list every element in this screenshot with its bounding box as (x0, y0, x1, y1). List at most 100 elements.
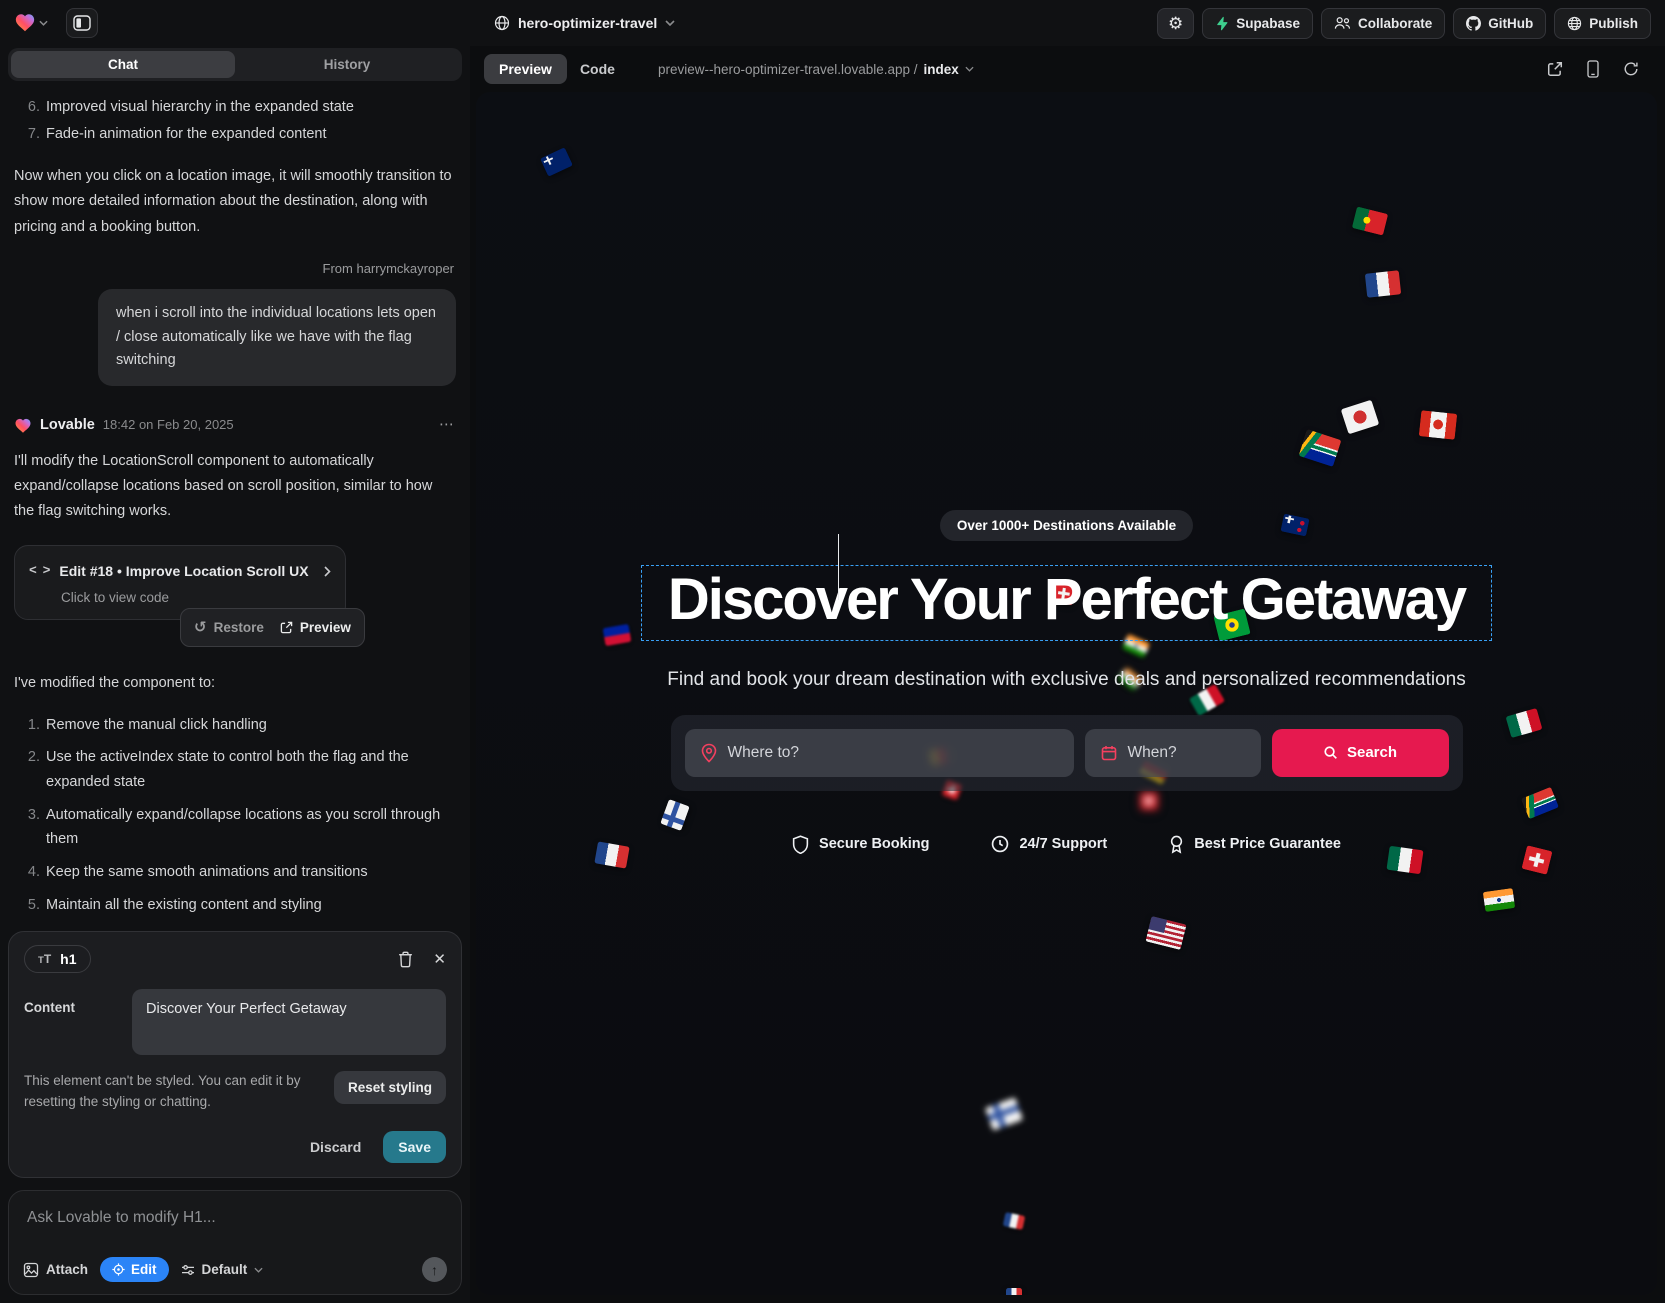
numbered-list-main: Remove the manual click handling Use the… (14, 713, 456, 917)
hero-title[interactable]: Discover Your Perfect Getaway (668, 568, 1465, 632)
tab-code[interactable]: Code (567, 54, 628, 84)
chevron-right-icon (324, 566, 331, 577)
features-row: Secure Booking 24/7 Support (792, 835, 1341, 854)
chat-scroll-area[interactable]: Improved visual hierarchy in the expande… (8, 87, 462, 917)
element-tag-pill[interactable]: TT h1 (24, 945, 91, 973)
location-pin-icon (701, 743, 717, 763)
preview-url[interactable]: preview--hero-optimizer-travel.lovable.a… (658, 62, 974, 77)
award-icon (1169, 835, 1184, 854)
delete-element-button[interactable] (398, 951, 413, 968)
url-prefix: preview--hero-optimizer-travel.lovable.a… (658, 62, 918, 77)
open-external-button[interactable] (1547, 61, 1563, 77)
collaborate-button[interactable]: Collaborate (1321, 8, 1445, 39)
chevron-down-icon (665, 20, 675, 26)
preview-toolbar: Preview Code preview--hero-optimizer-tra… (476, 46, 1657, 92)
element-editor-panel: TT h1 ✕ Content Discover Your Perfect Ge… (8, 931, 462, 1178)
edit-card-subtitle: Click to view code (61, 589, 331, 607)
chat-input[interactable]: Ask Lovable to modify H1... (27, 1209, 443, 1227)
code-icon: < > (29, 560, 49, 583)
hero-section: Over 1000+ Destinations Available Discov… (476, 92, 1657, 1295)
assistant-paragraph: I'll modify the LocationScroll component… (14, 449, 456, 525)
list-item: Improved visual hierarchy in the expande… (44, 95, 456, 120)
supabase-icon (1215, 16, 1229, 31)
preview-viewport[interactable]: Over 1000+ Destinations Available Discov… (476, 92, 1657, 1295)
send-button[interactable]: ↑ (422, 1257, 447, 1282)
where-to-input[interactable]: Where to? (685, 729, 1074, 777)
github-icon (1466, 16, 1481, 31)
url-page: index (924, 62, 959, 77)
search-icon (1323, 745, 1338, 760)
chat-input-box: Ask Lovable to modify H1... Attach (8, 1190, 462, 1295)
from-label: From harrymckayroper (16, 258, 454, 281)
external-link-icon (280, 621, 293, 634)
feature-best-price: Best Price Guarantee (1169, 835, 1341, 854)
text-caret (838, 534, 840, 600)
edit-mode-button[interactable]: Edit (100, 1257, 169, 1282)
chevron-down-icon (39, 20, 48, 26)
content-textarea[interactable]: Discover Your Perfect Getaway (132, 989, 446, 1055)
assistant-name: Lovable (40, 413, 95, 438)
shield-icon (792, 835, 809, 854)
people-icon (1334, 16, 1351, 30)
github-label: GitHub (1488, 16, 1533, 31)
gear-icon: ⚙ (1168, 15, 1183, 32)
arrow-up-icon: ↑ (431, 1262, 438, 1278)
attach-button[interactable]: Attach (23, 1262, 88, 1278)
settings-button[interactable]: ⚙ (1157, 8, 1194, 39)
project-switcher[interactable]: hero-optimizer-travel (494, 15, 675, 31)
sidebar-toggle-button[interactable] (66, 8, 98, 38)
message-timestamp: 18:42 on Feb 20, 2025 (103, 414, 234, 437)
restore-icon: ↺ (194, 620, 207, 635)
globe-icon (494, 15, 510, 31)
chat-panel: Chat History Improved visual hierarchy i… (0, 46, 470, 1303)
content-label: Content (24, 989, 118, 1055)
lovable-avatar (14, 417, 32, 435)
restore-button[interactable]: ↺ Restore (194, 616, 264, 640)
lovable-heart-icon (14, 12, 36, 34)
message-more-icon[interactable]: ⋯ (439, 412, 456, 438)
preview-panel: Preview Code preview--hero-optimizer-tra… (470, 46, 1665, 1303)
list-item: Remove the manual click handling (44, 713, 456, 738)
search-card: Where to? When? (671, 715, 1463, 791)
when-input[interactable]: When? (1085, 729, 1261, 777)
lovable-logo-menu[interactable] (14, 12, 48, 34)
project-name: hero-optimizer-travel (518, 15, 657, 31)
destinations-badge: Over 1000+ Destinations Available (940, 510, 1193, 541)
selected-h1-outline[interactable]: Discover Your Perfect Getaway (641, 565, 1492, 641)
when-placeholder: When? (1128, 744, 1177, 762)
typography-icon: TT (38, 952, 51, 966)
mobile-view-button[interactable] (1587, 60, 1599, 78)
element-tag-name: h1 (60, 951, 76, 967)
preview-version-button[interactable]: Preview (280, 616, 351, 640)
calendar-icon (1101, 745, 1117, 761)
image-attach-icon (23, 1262, 39, 1278)
numbered-list-top: Improved visual hierarchy in the expande… (14, 95, 456, 148)
refresh-button[interactable] (1623, 61, 1639, 77)
close-icon[interactable]: ✕ (433, 950, 446, 968)
collaborate-label: Collaborate (1358, 16, 1432, 31)
topbar: hero-optimizer-travel ⚙ Supabase Collabo… (0, 0, 1665, 46)
model-default-selector[interactable]: Default (181, 1262, 264, 1277)
reset-styling-button[interactable]: Reset styling (334, 1071, 446, 1104)
chevron-down-icon (965, 66, 974, 72)
search-button[interactable]: Search (1272, 729, 1449, 777)
assistant-paragraph: I've modified the component to: (14, 671, 456, 696)
list-item: Automatically expand/collapse locations … (44, 803, 456, 852)
github-button[interactable]: GitHub (1453, 8, 1546, 39)
discard-button[interactable]: Discard (310, 1139, 361, 1155)
publish-label: Publish (1589, 16, 1638, 31)
supabase-label: Supabase (1236, 16, 1300, 31)
save-button[interactable]: Save (383, 1131, 446, 1163)
tab-chat[interactable]: Chat (11, 51, 235, 78)
user-message-bubble: when i scroll into the individual locati… (98, 289, 456, 387)
where-to-placeholder: Where to? (728, 744, 800, 762)
list-item: Maintain all the existing content and st… (44, 893, 456, 918)
version-actions-bar: ↺ Restore Preview (180, 608, 365, 648)
supabase-button[interactable]: Supabase (1202, 8, 1313, 39)
publish-button[interactable]: Publish (1554, 8, 1651, 39)
sidebar-toggle-icon (73, 15, 91, 31)
tab-preview[interactable]: Preview (484, 54, 567, 84)
styling-note: This element can't be styled. You can ed… (24, 1071, 322, 1113)
tab-history[interactable]: History (235, 51, 459, 78)
list-item: Keep the same smooth animations and tran… (44, 860, 456, 885)
